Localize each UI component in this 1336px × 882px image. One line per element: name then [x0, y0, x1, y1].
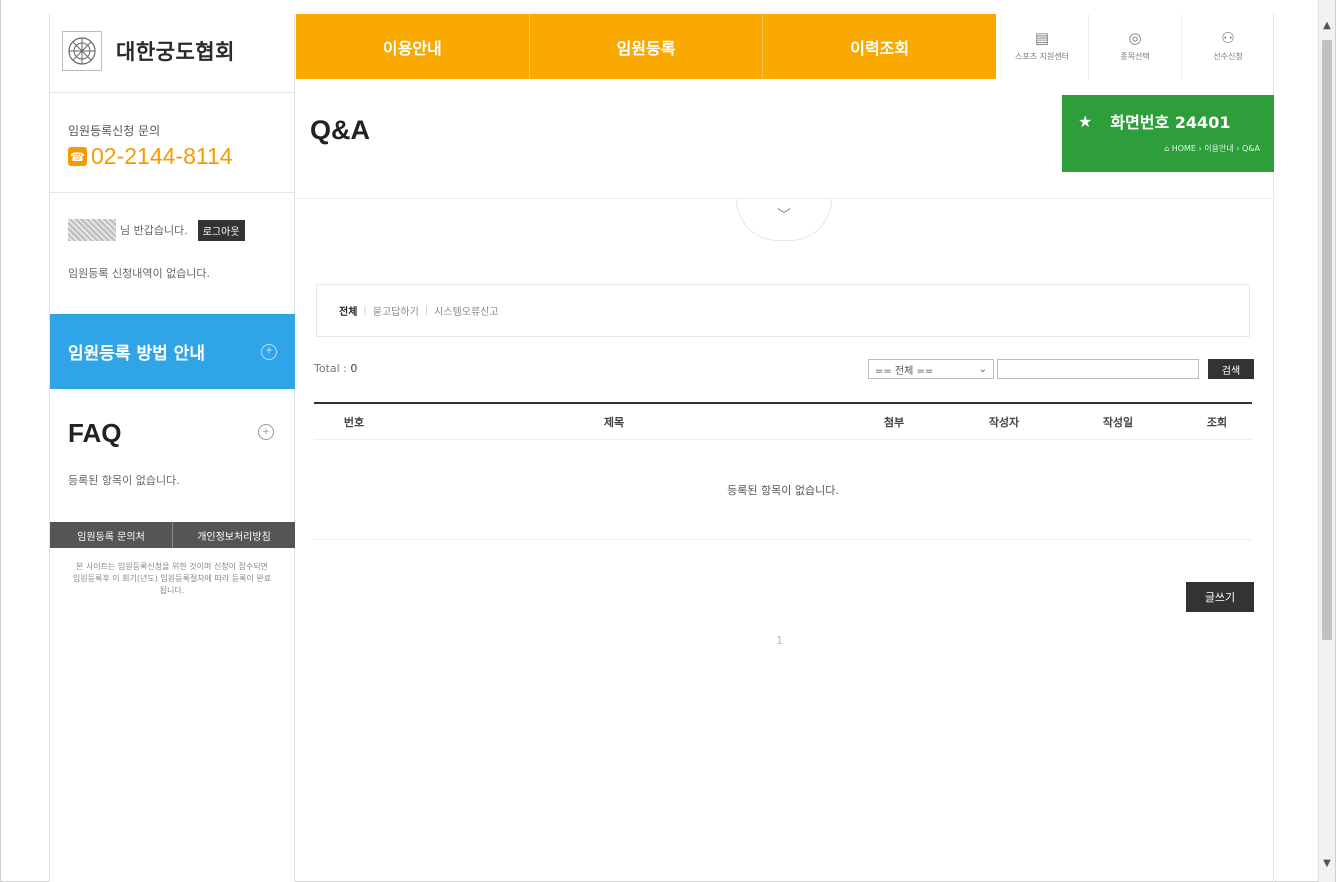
screen-number-box: ★ 화면번호 24401 ⌂ HOME › 이용안내 › Q&A: [1062, 95, 1274, 172]
star-icon: ★: [1078, 111, 1093, 131]
faq-more-icon[interactable]: +: [258, 424, 274, 440]
footer-tab-contact[interactable]: 임원등록 문의처: [50, 522, 172, 548]
vertical-scrollbar[interactable]: ▲ ▼: [1318, 0, 1335, 882]
write-button[interactable]: 글쓰기: [1186, 582, 1254, 612]
main-content: 이용안내 임원등록 이력조회 ▤ 스포츠 지원센터 ◎ 종목선택 ⚇ 선수신청 …: [296, 14, 1274, 882]
expand-toggle-button[interactable]: ﹀: [736, 199, 832, 241]
guide-label: 임원등록 방법 안내: [68, 344, 205, 364]
util-event-select[interactable]: ◎ 종목선택: [1088, 14, 1181, 79]
utility-menu: ▤ 스포츠 지원센터 ◎ 종목선택 ⚇ 선수신청: [996, 14, 1274, 79]
chevron-down-icon: ﹀: [777, 208, 791, 224]
welcome-line: 님 반갑습니다. 로그아웃: [68, 219, 245, 241]
chevron-down-icon: ⌄: [978, 363, 987, 375]
search-input[interactable]: [997, 359, 1199, 379]
divider: [50, 92, 294, 93]
category-filter: 전체 | 묻고답하기 | 시스템오류신고: [316, 284, 1250, 337]
table-header: 번호 제목 첨부 작성자 작성일 조회: [314, 402, 1252, 440]
total-count: Total : 0: [314, 362, 357, 375]
contact-phone: ☎ 02-2144-8114: [68, 143, 233, 170]
qna-table: 번호 제목 첨부 작성자 작성일 조회 등록된 항목이 없습니다.: [314, 402, 1252, 540]
faq-empty-text: 등록된 항목이 없습니다.: [68, 474, 180, 487]
contact-box: 임원등록신청 문의 ☎ 02-2144-8114: [68, 122, 233, 170]
search-field-select[interactable]: == 전체 == ⌄: [868, 359, 994, 379]
contact-label: 임원등록신청 문의: [68, 124, 161, 138]
left-sidebar: 대한궁도협회 임원등록신청 문의 ☎ 02-2144-8114 님 반갑습니다.…: [49, 14, 295, 882]
phone-icon: ☎: [68, 147, 87, 166]
total-label: Total :: [314, 362, 347, 375]
total-value: 0: [350, 362, 358, 375]
registration-guide-button[interactable]: 임원등록 방법 안내 +: [50, 314, 295, 389]
search-bar: == 전체 == ⌄ 검색: [868, 359, 1254, 379]
separator: |: [424, 305, 429, 316]
main-nav: 이용안내 임원등록 이력조회: [296, 14, 996, 79]
screen-number: ★ 화면번호 24401: [1078, 109, 1260, 133]
greeting-text: 님 반갑습니다.: [120, 224, 188, 237]
col-author: 작성자: [988, 415, 1020, 429]
breadcrumb-text: HOME › 이용안내 › Q&A: [1171, 144, 1260, 153]
util-label: 종목선택: [1120, 52, 1150, 61]
util-player-apply[interactable]: ⚇ 선수신청: [1181, 14, 1274, 79]
select-value: == 전체 ==: [875, 365, 934, 377]
category-error-report[interactable]: 시스템오류신고: [434, 303, 498, 318]
page-title: Q&A: [310, 115, 370, 145]
pagination-page[interactable]: 1: [776, 634, 783, 647]
document-icon: ▤: [1034, 29, 1050, 47]
util-label: 선수신청: [1213, 52, 1243, 61]
plus-circle-icon: +: [261, 343, 277, 360]
scroll-down-icon[interactable]: ▼: [1319, 856, 1335, 872]
nav-item-register[interactable]: 임원등록: [528, 14, 763, 79]
logout-button[interactable]: 로그아웃: [197, 219, 245, 241]
nav-item-history[interactable]: 이력조회: [762, 14, 996, 79]
divider: [50, 192, 294, 193]
col-views: 조회: [1206, 415, 1228, 429]
target-icon: ◎: [1128, 29, 1142, 47]
logo-emblem-icon: [62, 31, 102, 71]
site-logo[interactable]: 대한궁도협회: [62, 28, 282, 74]
util-label: 스포츠 지원센터: [1014, 52, 1070, 61]
person-icon: ⚇: [1221, 29, 1235, 47]
nav-item-guide[interactable]: 이용안내: [296, 14, 529, 79]
category-all[interactable]: 전체: [339, 303, 357, 318]
scroll-up-icon[interactable]: ▲: [1319, 18, 1335, 34]
col-title: 제목: [603, 415, 625, 429]
footer-tabs: 임원등록 문의처 개인정보처리방침: [50, 522, 295, 548]
col-number: 번호: [343, 415, 365, 429]
faq-title[interactable]: FAQ: [68, 418, 121, 449]
title-area: Q&A ★ 화면번호 24401 ⌂ HOME › 이용안내 › Q&A: [296, 79, 1274, 199]
search-button[interactable]: 검색: [1208, 359, 1254, 379]
site-name: 대한궁도협회: [116, 40, 235, 64]
home-icon: ⌂: [1164, 144, 1172, 153]
footer-tab-privacy[interactable]: 개인정보처리방침: [172, 522, 295, 548]
col-date: 작성일: [1102, 415, 1134, 429]
util-sports-center[interactable]: ▤ 스포츠 지원센터: [996, 14, 1088, 79]
application-status: 임원등록 신청내역이 없습니다.: [68, 267, 211, 280]
scrollbar-thumb[interactable]: [1322, 40, 1332, 640]
col-attachment: 첨부: [883, 415, 905, 429]
browser-frame: 대한궁도협회 임원등록신청 문의 ☎ 02-2144-8114 님 반갑습니다.…: [0, 0, 1336, 882]
phone-number: 02-2144-8114: [91, 143, 233, 169]
masked-username: [68, 219, 116, 241]
breadcrumb: ⌂ HOME › 이용안내 › Q&A: [1078, 143, 1260, 154]
table-empty-row: 등록된 항목이 없습니다.: [314, 440, 1252, 540]
category-qna[interactable]: 묻고답하기: [373, 303, 419, 318]
site-notice: 본 사이트는 임원등록신청을 위한 것이며 신청이 접수되면 임원등록후 이 회…: [72, 562, 272, 595]
screen-number-label: 화면번호 24401: [1110, 113, 1231, 132]
separator: |: [363, 305, 367, 316]
